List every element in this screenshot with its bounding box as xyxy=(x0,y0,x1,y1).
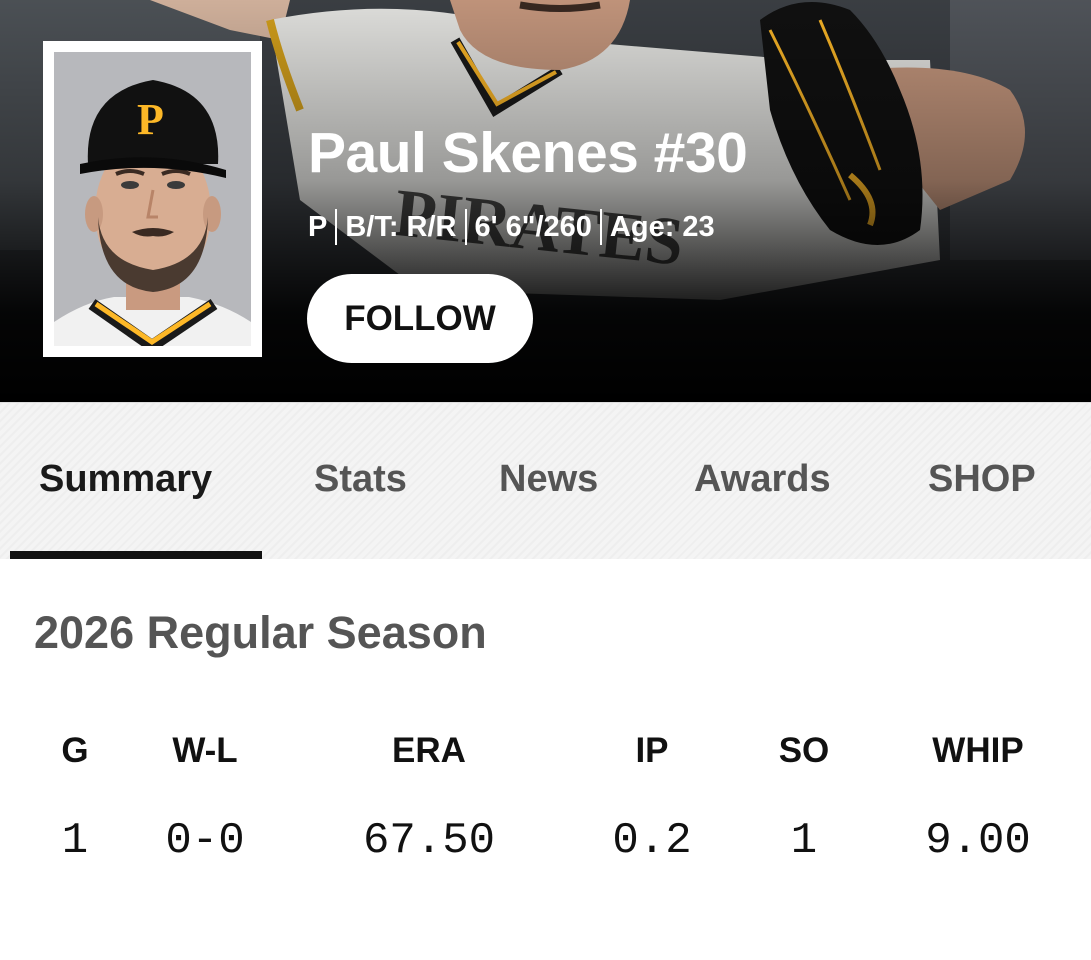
follow-button[interactable]: FOLLOW xyxy=(307,274,533,363)
player-headshot: P xyxy=(43,41,262,357)
stat-header-whip: WHIP xyxy=(932,731,1024,770)
tab-bar: Summary Stats News Awards SHOP xyxy=(0,402,1091,559)
tab-shop[interactable]: SHOP xyxy=(928,458,1036,501)
player-hero: PIRATES xyxy=(0,0,1091,402)
headshot-image: P xyxy=(54,52,251,346)
stat-value-wl: 0-0 xyxy=(165,816,245,866)
tab-summary[interactable]: Summary xyxy=(39,458,212,501)
cap-logo-letter: P xyxy=(137,95,164,144)
tab-awards[interactable]: Awards xyxy=(694,458,831,501)
player-bio: P B/T: R/R 6' 6"/260 Age: 23 xyxy=(308,207,723,247)
player-name: Paul Skenes #30 xyxy=(308,121,748,185)
bio-age: Age: 23 xyxy=(609,210,715,243)
stat-value-era: 67.50 xyxy=(362,816,496,866)
tab-news[interactable]: News xyxy=(499,458,598,501)
bio-bats-throws: B/T: R/R xyxy=(345,210,457,243)
active-tab-indicator xyxy=(10,551,262,559)
stat-header-wl: W-L xyxy=(172,731,238,770)
bio-height-weight: 6' 6"/260 xyxy=(474,210,592,243)
stat-header-era: ERA xyxy=(392,731,466,770)
season-title: 2026 Regular Season xyxy=(34,607,487,658)
bio-position: P xyxy=(308,210,328,243)
stat-value-whip: 9.00 xyxy=(925,816,1031,866)
tab-stats[interactable]: Stats xyxy=(314,458,407,501)
stat-value-so: 1 xyxy=(790,816,818,866)
stat-header-so: SO xyxy=(778,731,830,770)
